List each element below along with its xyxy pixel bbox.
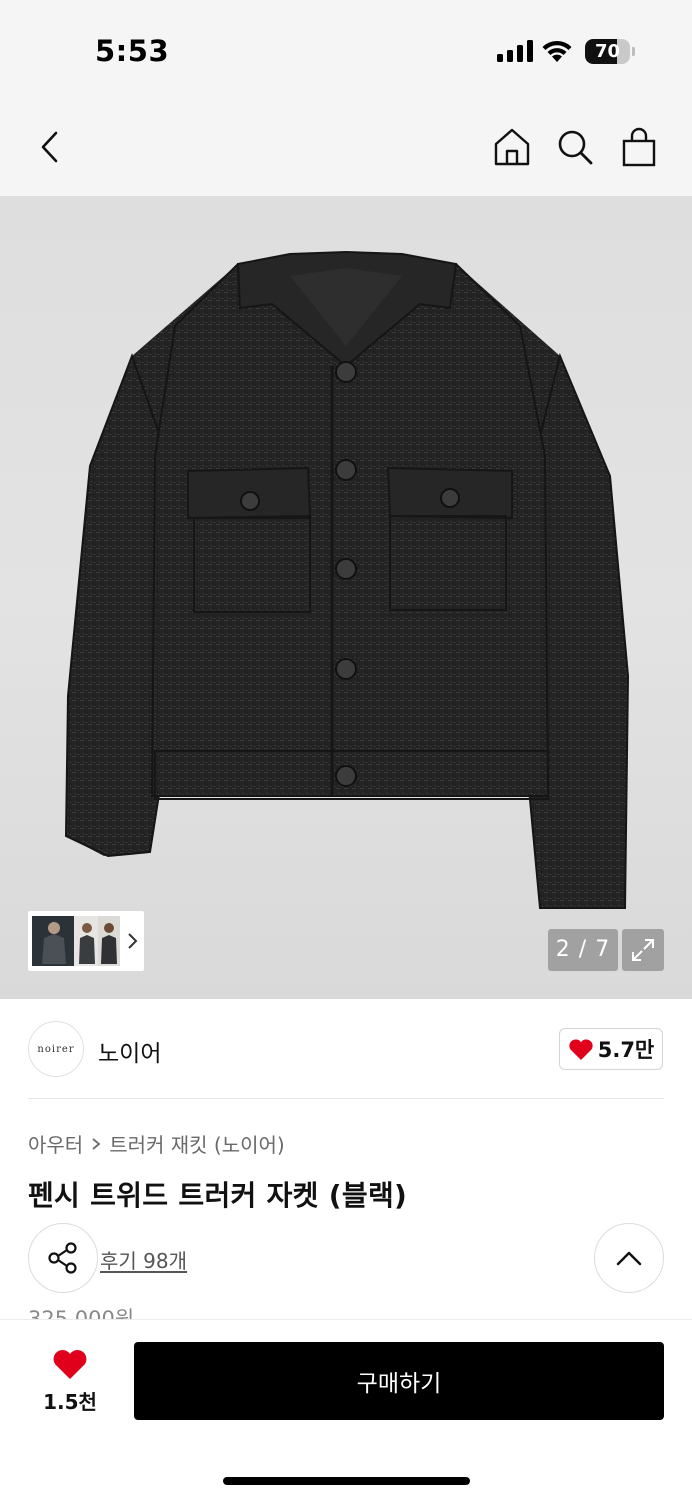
product-title: 펜시 트위드 트러커 자켓 (블랙): [28, 1179, 408, 1212]
look-thumbnail: [74, 916, 100, 966]
status-time: 5:53: [95, 34, 170, 68]
search-button[interactable]: [553, 125, 597, 169]
back-button[interactable]: [28, 125, 72, 169]
chevron-up-icon: [616, 1251, 642, 1266]
chevron-right-icon: [92, 1137, 101, 1150]
brand-like-count: 5.7만: [597, 1038, 655, 1062]
divider: [28, 1098, 664, 1099]
brand-logo[interactable]: noirer: [28, 1021, 84, 1077]
wishlist-count: 1.5천: [43, 1390, 97, 1414]
top-nav-bar: [0, 100, 692, 196]
signal-icon: [497, 40, 533, 62]
brand-name[interactable]: 노이어: [98, 1034, 161, 1068]
share-icon: [48, 1242, 77, 1274]
breadcrumb-subcategory[interactable]: 트러커 재킷 (노이어): [109, 1129, 285, 1158]
battery-icon: 70: [585, 39, 635, 64]
product-image-gallery[interactable]: 2 / 7: [0, 196, 692, 999]
product-price: 325,000원: [28, 1307, 135, 1319]
breadcrumb-category[interactable]: 아우터: [28, 1129, 83, 1158]
expand-icon: [632, 939, 654, 961]
search-icon: [558, 130, 593, 165]
home-icon: [494, 128, 530, 166]
heart-icon: [53, 1350, 87, 1379]
review-link[interactable]: 후기 98개: [100, 1245, 187, 1274]
product-image: [64, 250, 630, 909]
buy-button[interactable]: 구매하기: [134, 1342, 664, 1420]
look-thumbnail: [32, 916, 76, 966]
look-thumbnail: [98, 916, 120, 966]
image-page-indicator: 2 / 7: [548, 929, 618, 971]
shopping-bag-button[interactable]: [617, 125, 661, 169]
shopping-bag-icon: [622, 127, 656, 167]
battery-level: 70: [594, 41, 621, 62]
breadcrumb: 아우터 트러커 재킷 (노이어): [28, 1129, 285, 1158]
wifi-icon: [542, 40, 572, 62]
scroll-top-button[interactable]: [594, 1223, 664, 1293]
look-thumbnail-strip[interactable]: [28, 911, 144, 971]
heart-icon: [569, 1038, 593, 1060]
brand-like-button[interactable]: 5.7만: [559, 1028, 663, 1070]
expand-image-button[interactable]: [622, 929, 664, 971]
home-indicator: [223, 1477, 470, 1485]
share-button[interactable]: [28, 1223, 98, 1293]
chevron-right-icon: [124, 925, 140, 957]
wishlist-button[interactable]: 1.5천: [36, 1348, 104, 1420]
status-bar: 5:53 70: [0, 0, 692, 100]
bottom-action-bar: 1.5천 구매하기: [0, 1319, 692, 1500]
back-arrow-icon: [41, 131, 58, 163]
home-button[interactable]: [490, 125, 534, 169]
